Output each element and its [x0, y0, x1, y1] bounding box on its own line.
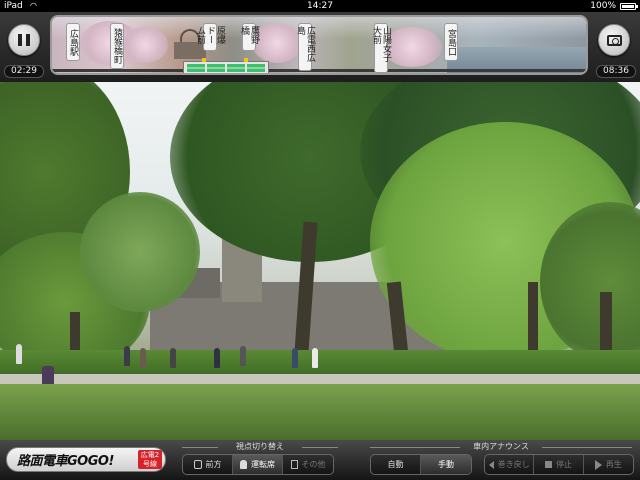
viewpoint-switcher: 前方 運転席 その他 — [182, 454, 334, 475]
announce-manual-button[interactable]: 手動 — [421, 455, 471, 474]
video-view[interactable] — [0, 82, 640, 440]
person-image — [214, 348, 220, 368]
announce-playback-controls: 巻き戻し 停止 再生 — [484, 454, 634, 475]
view-other-label: その他 — [301, 460, 326, 469]
person-image — [16, 344, 22, 364]
total-time: 08:36 — [596, 65, 636, 78]
person-image — [240, 346, 246, 366]
announce-mode-switcher: 自動 手動 — [370, 454, 472, 475]
route-track — [52, 69, 586, 72]
stop-label[interactable]: 山陽女子大前 — [371, 23, 391, 73]
pause-icon-bar — [26, 34, 30, 46]
pause-button[interactable] — [8, 24, 40, 56]
play-icon — [594, 459, 602, 470]
view-front-label: 前方 — [205, 460, 222, 469]
stop-button[interactable]: 停止 — [534, 455, 584, 474]
driver-icon — [240, 460, 247, 469]
tram-car — [187, 64, 205, 72]
logo-text: 路面電車GOGO! — [17, 454, 114, 469]
announce-auto-button[interactable]: 自動 — [371, 455, 422, 474]
hedge-front-image — [0, 384, 640, 440]
status-bar: iPad ◠ 14:27 100% — [0, 0, 640, 12]
line-badge: 広電2号線 — [138, 450, 162, 469]
stop-label[interactable]: 鷹野橋 — [239, 23, 259, 51]
battery-icon — [620, 3, 638, 10]
view-driver-button[interactable]: 運転席 — [233, 455, 283, 474]
tram-light — [244, 58, 248, 62]
blossom-tree-image — [122, 27, 168, 63]
stop-label[interactable]: 宮島口 — [444, 23, 458, 61]
tram-position-marker[interactable] — [183, 58, 269, 73]
view-other-button[interactable]: その他 — [283, 455, 333, 474]
tram-car — [207, 64, 225, 72]
rewind-button[interactable]: 巻き戻し — [485, 455, 535, 474]
route-map[interactable]: 広島駅 猿猴橋町 原爆ドーム前 鷹野橋 広電西広島 山陽女子大前 宮島口 — [50, 15, 588, 75]
stop-label[interactable]: 広島駅 — [66, 23, 80, 61]
tram-car — [247, 64, 265, 72]
tree-foliage-image — [80, 192, 200, 312]
status-clock: 14:27 — [307, 1, 333, 11]
announce-manual-label: 手動 — [438, 460, 454, 469]
other-view-icon — [290, 460, 298, 469]
top-bar: 02:29 広島駅 猿猴橋町 原爆ドーム前 鷹野橋 広電西広島 山 — [0, 12, 640, 82]
stop-label: 停止 — [556, 460, 573, 469]
person-image — [124, 346, 130, 366]
play-button[interactable]: 再生 — [584, 455, 633, 474]
stop-label[interactable]: 広電西広島 — [295, 23, 315, 71]
stop-label[interactable]: 猿猴橋町 — [110, 23, 124, 69]
person-image — [292, 348, 298, 368]
blossom-tree-image — [382, 27, 442, 67]
announce-title: 車内アナウンス — [370, 442, 632, 452]
app-logo: 路面電車GOGO! 広電2号線 — [6, 447, 166, 472]
rewind-icon — [488, 460, 494, 469]
battery-percent: 100% — [590, 1, 616, 11]
camera-button[interactable] — [598, 24, 630, 56]
elapsed-time: 02:29 — [4, 65, 44, 78]
play-label: 再生 — [605, 460, 622, 469]
pause-icon — [18, 34, 22, 46]
front-view-icon — [193, 460, 202, 469]
person-image — [312, 348, 318, 368]
viewpoint-title: 視点切り替え — [182, 442, 338, 452]
stop-icon — [545, 461, 553, 468]
announce-auto-label: 自動 — [387, 460, 404, 469]
stop-label[interactable]: 原爆ドーム前 — [195, 23, 225, 51]
person-image — [170, 348, 176, 368]
app-screen: iPad ◠ 14:27 100% 02:29 広島駅 猿猴橋町 爆ドー 前 鷹… — [0, 0, 640, 480]
person-image — [140, 348, 146, 368]
view-front-button[interactable]: 前方 — [183, 455, 233, 474]
rewind-label: 巻き戻し — [497, 460, 530, 469]
hedge-back-image — [0, 350, 640, 376]
tram-light — [202, 58, 206, 62]
tram-car — [227, 64, 245, 72]
view-driver-label: 運転席 — [251, 460, 275, 469]
bottom-bar: 路面電車GOGO! 広電2号線 視点切り替え 前方 運転席 その他 車内アナウン… — [0, 440, 640, 480]
camera-icon — [606, 34, 622, 46]
